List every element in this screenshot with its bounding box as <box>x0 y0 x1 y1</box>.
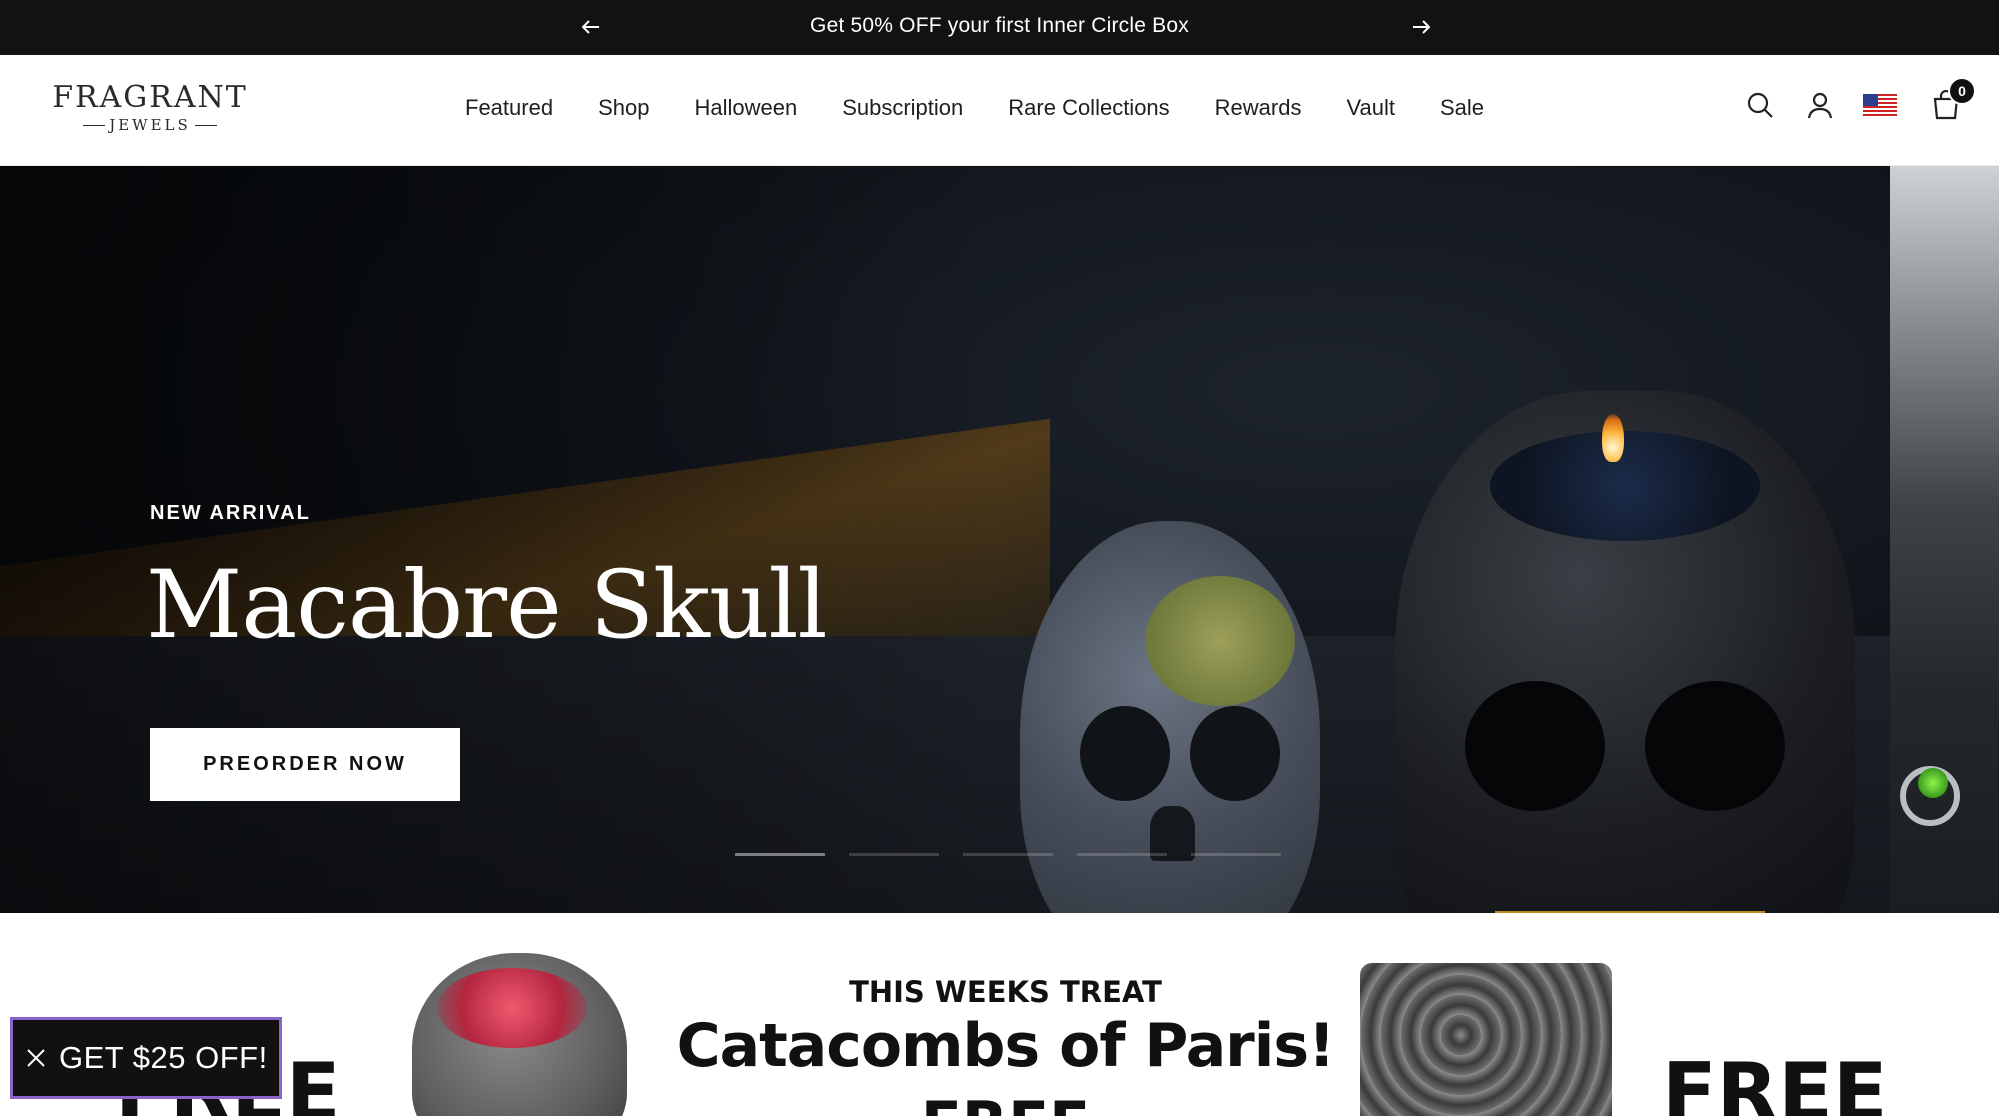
search-icon <box>1747 92 1773 118</box>
promo-label: GET $25 OFF! <box>59 1040 268 1075</box>
us-flag-icon <box>1863 94 1897 116</box>
skull-eye <box>1645 681 1785 811</box>
main-nav: Featured Shop Halloween Subscription Rar… <box>465 93 1529 123</box>
nav-rare-collections[interactable]: Rare Collections <box>1008 93 1169 123</box>
cart-count-badge: 0 <box>1948 77 1976 105</box>
nav-shop[interactable]: Shop <box>598 93 649 123</box>
promo-popup-button[interactable]: GET $25 OFF! <box>10 1017 282 1099</box>
announcement-bar: Get 50% OFF your first Inner Circle Box <box>0 0 1999 55</box>
green-gem <box>1918 768 1948 798</box>
hero-slideshow[interactable]: NEW ARRIVAL Macabre Skull PREORDER NOW <box>0 166 1890 913</box>
header-icons: 0 <box>1740 77 1976 125</box>
country-selector[interactable] <box>1860 85 1900 125</box>
announcement-next-button[interactable] <box>1408 14 1434 40</box>
slide-indicator[interactable] <box>963 853 1053 856</box>
slide-indicator[interactable] <box>735 853 825 856</box>
logo-dash <box>83 124 106 126</box>
announcement-message[interactable]: Get 50% OFF your first Inner Circle Box <box>0 0 1999 55</box>
slide-indicator[interactable] <box>1191 853 1281 856</box>
skull-eye <box>1465 681 1605 811</box>
hero-headline: Macabre Skull <box>146 551 828 660</box>
skull-eye <box>1190 706 1280 801</box>
skull-candle-image <box>1395 391 1855 913</box>
site-header: FRAGRANT JEWELS Featured Shop Halloween … <box>0 55 1999 166</box>
arrow-right-icon <box>1413 20 1430 34</box>
search-button[interactable] <box>1740 85 1780 125</box>
close-icon <box>27 1049 45 1067</box>
promo-close-button[interactable] <box>25 1047 47 1069</box>
preorder-now-button[interactable]: PREORDER NOW <box>150 728 460 801</box>
skull-eye <box>1080 706 1170 801</box>
banner-free-right: FREE <box>1662 1046 1888 1116</box>
nav-subscription[interactable]: Subscription <box>842 93 963 123</box>
account-button[interactable] <box>1800 85 1840 125</box>
nav-rewards[interactable]: Rewards <box>1215 93 1302 123</box>
banner-subtitle: THIS WEEKS TREAT <box>849 975 1162 1009</box>
nav-halloween[interactable]: Halloween <box>694 93 797 123</box>
logo-line2: JEWELS <box>109 116 191 134</box>
nav-featured[interactable]: Featured <box>465 93 553 123</box>
slide-indicator[interactable] <box>1077 853 1167 856</box>
logo-dash <box>194 124 217 126</box>
site-logo[interactable]: FRAGRANT JEWELS <box>50 82 250 142</box>
logo-line1: FRAGRANT <box>52 80 248 115</box>
skull-moss <box>1145 576 1295 706</box>
weekly-treat-banner[interactable]: FREE THIS WEEKS TREAT Catacombs of Paris… <box>0 913 1999 1116</box>
skull-candle-jar-image <box>1360 963 1612 1116</box>
logo-line2-wrap: JEWELS <box>50 116 250 134</box>
next-slide-peek[interactable] <box>1890 166 1999 913</box>
nav-sale[interactable]: Sale <box>1440 93 1484 123</box>
account-icon <box>1807 92 1833 119</box>
slide-indicators <box>735 853 1281 856</box>
candle-flame <box>1602 414 1624 462</box>
nav-vault[interactable]: Vault <box>1346 93 1395 123</box>
slide-indicator[interactable] <box>849 853 939 856</box>
cart-button[interactable]: 0 <box>1926 77 1976 125</box>
candle-wax <box>1490 431 1760 541</box>
hero-eyebrow: NEW ARRIVAL <box>150 502 311 524</box>
